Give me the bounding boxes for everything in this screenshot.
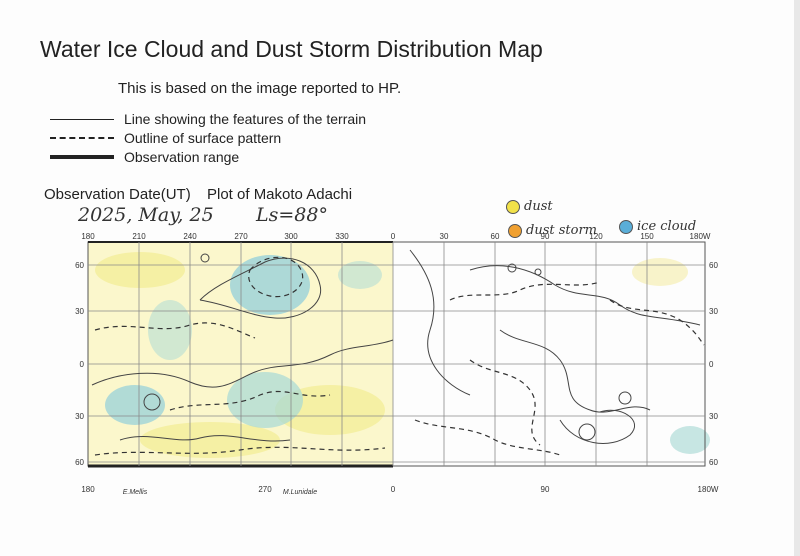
surface-pattern-line bbox=[414, 419, 561, 456]
top-longitude-label: 240 bbox=[183, 232, 197, 241]
top-longitude-label: 60 bbox=[491, 232, 500, 241]
ice-cloud-patch bbox=[227, 372, 303, 428]
map-sheet: Water Ice Cloud and Dust Storm Distribut… bbox=[0, 0, 800, 556]
top-longitude-label: 150 bbox=[640, 232, 654, 241]
right-latitude-label: 60 bbox=[709, 458, 718, 467]
surface-pattern-line bbox=[449, 281, 601, 301]
right-latitude-label: 30 bbox=[709, 307, 718, 316]
top-longitude-label: 180 bbox=[81, 232, 95, 241]
bottom-longitude-label: 180 bbox=[81, 485, 95, 494]
top-longitude-label: 180W bbox=[690, 232, 711, 241]
mars-map: 180 210 240 270 300 330 0 30 60 90 120 1… bbox=[75, 232, 719, 496]
bottom-longitude-label: 0 bbox=[391, 485, 396, 494]
site-label-lunidale: M.Lunidale bbox=[283, 489, 317, 496]
left-latitude-label: 60 bbox=[75, 261, 84, 270]
terrain-line bbox=[499, 329, 651, 413]
right-latitude-label: 60 bbox=[709, 261, 718, 270]
site-label-elysium: E.Mellis bbox=[123, 489, 148, 496]
ice-cloud-patch bbox=[670, 426, 710, 454]
crater-outline bbox=[578, 423, 596, 441]
top-longitude-label: 0 bbox=[391, 232, 396, 241]
surface-pattern-line bbox=[469, 359, 541, 446]
crater-outline bbox=[618, 391, 632, 405]
right-latitude-label: 30 bbox=[709, 412, 718, 421]
bottom-longitude-label: 90 bbox=[541, 485, 550, 494]
observed-region bbox=[88, 242, 710, 466]
left-latitude-label: 30 bbox=[75, 307, 84, 316]
ice-cloud-patch bbox=[230, 255, 310, 315]
crater-outline bbox=[534, 268, 542, 276]
left-latitude-label: 60 bbox=[75, 458, 84, 467]
ice-cloud-patch bbox=[105, 385, 165, 425]
top-longitude-label: 330 bbox=[335, 232, 349, 241]
top-longitude-label: 30 bbox=[440, 232, 449, 241]
ice-cloud-patch bbox=[148, 300, 192, 360]
top-longitude-label: 270 bbox=[234, 232, 248, 241]
top-longitude-label: 300 bbox=[284, 232, 298, 241]
scan-edge bbox=[794, 0, 800, 556]
bottom-longitude-label: 180W bbox=[698, 485, 719, 494]
left-latitude-label: 0 bbox=[80, 360, 85, 369]
dust-patch bbox=[632, 258, 688, 286]
terrain-line bbox=[409, 249, 471, 396]
top-longitude-label: 90 bbox=[541, 232, 550, 241]
terrain-line bbox=[559, 409, 636, 444]
dust-patch bbox=[95, 252, 185, 288]
right-latitude-label: 0 bbox=[709, 360, 714, 369]
top-longitude-label: 120 bbox=[589, 232, 603, 241]
top-longitude-label: 210 bbox=[132, 232, 146, 241]
left-latitude-label: 30 bbox=[75, 412, 84, 421]
bottom-longitude-label: 270 bbox=[258, 485, 272, 494]
